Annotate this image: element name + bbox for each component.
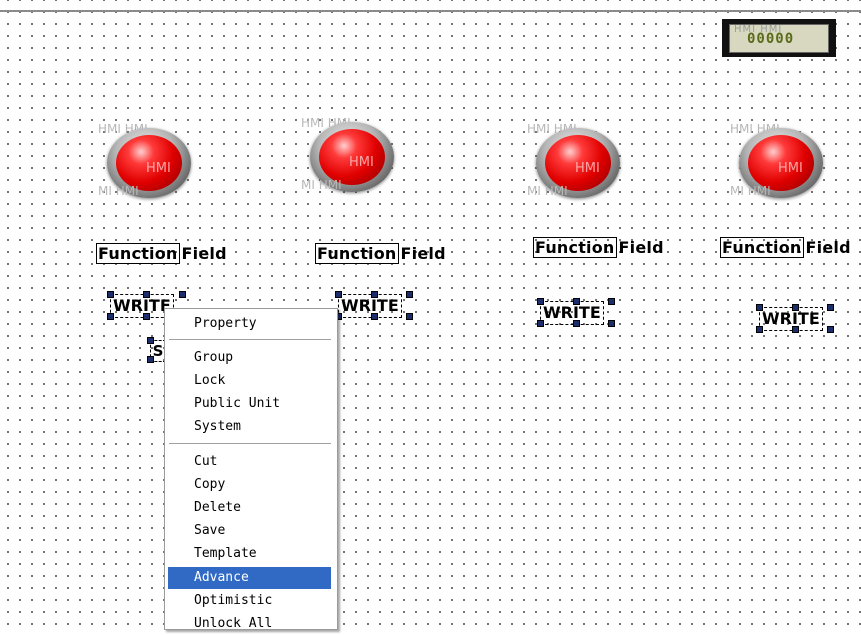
selection-handle[interactable]	[147, 337, 154, 344]
write-button-2[interactable]: WRITE	[338, 294, 402, 318]
field-word: Field	[181, 244, 227, 263]
red-lamp-icon: HMI	[319, 129, 385, 185]
function-field-text-2[interactable]: Function Field	[315, 243, 446, 264]
menu-item-system[interactable]: System	[168, 416, 331, 438]
lamp-object-2[interactable]: HMI HMI HMI MI HMI	[301, 116, 411, 211]
field-word: Field	[400, 244, 446, 263]
field-word: Field	[805, 238, 851, 257]
write-button-label: WRITE	[113, 296, 171, 315]
selection-handle[interactable]	[371, 291, 378, 298]
menu-item-public-unit[interactable]: Public Unit	[168, 393, 331, 415]
menu-item-property[interactable]: Property	[168, 313, 331, 335]
selection-handle[interactable]	[371, 313, 378, 320]
function-field-text-4[interactable]: Function Field	[720, 237, 851, 258]
lamp-center-label: HMI	[349, 155, 374, 170]
menu-item-template[interactable]: Template	[168, 543, 331, 565]
selection-handle[interactable]	[537, 298, 544, 305]
menu-separator	[169, 339, 331, 341]
selection-handle[interactable]	[179, 291, 186, 298]
lamp-object-1[interactable]: HMI HMI HMI MI HMI	[98, 122, 208, 217]
menu-item-unlock-all[interactable]: Unlock All	[168, 613, 331, 635]
lamp-object-4[interactable]: HMI HMI HMI MI HMI	[730, 122, 840, 217]
menu-item-group[interactable]: Group	[168, 347, 331, 369]
selection-handle[interactable]	[143, 313, 150, 320]
selection-handle[interactable]	[608, 298, 615, 305]
menu-item-lock[interactable]: Lock	[168, 370, 331, 392]
lamp-ghost-text-bottom: MI HMI	[527, 184, 568, 198]
function-field-word: Function	[96, 243, 180, 264]
selection-handle[interactable]	[608, 320, 615, 327]
menu-item-cut[interactable]: Cut	[168, 451, 331, 473]
selection-handle[interactable]	[143, 291, 150, 298]
function-field-text-1[interactable]: Function Field	[96, 243, 227, 264]
write-button-label: WRITE	[543, 303, 601, 322]
selection-handle[interactable]	[573, 298, 580, 305]
red-lamp-icon: HMI	[116, 135, 182, 191]
write-button-label: WRITE	[762, 309, 820, 328]
menu-item-delete[interactable]: Delete	[168, 497, 331, 519]
write-button-label: WRITE	[341, 296, 399, 315]
numeric-display-value: 00000	[747, 31, 795, 47]
function-field-word: Function	[720, 237, 804, 258]
selection-handle[interactable]	[406, 291, 413, 298]
menu-item-optimistic[interactable]: Optimistic	[168, 590, 331, 612]
lamp-ghost-text-bottom: MI HMI	[730, 184, 771, 198]
selection-handle[interactable]	[756, 304, 763, 311]
selection-handle[interactable]	[147, 356, 154, 363]
selection-handle[interactable]	[573, 320, 580, 327]
context-menu: Property Group Lock Public Unit System C…	[164, 308, 338, 631]
selection-handle[interactable]	[792, 304, 799, 311]
lamp-object-3[interactable]: HMI HMI HMI MI HMI	[527, 122, 637, 217]
menu-item-save[interactable]: Save	[168, 520, 331, 542]
canvas-top-border	[0, 10, 861, 12]
selection-handle[interactable]	[827, 304, 834, 311]
red-lamp-icon: HMI	[748, 135, 814, 191]
function-field-word: Function	[533, 237, 617, 258]
menu-item-advance[interactable]: Advance	[168, 567, 331, 589]
numeric-display-screen: HMI HMI 00000	[729, 24, 829, 53]
lamp-center-label: HMI	[778, 161, 803, 176]
selection-handle[interactable]	[335, 291, 342, 298]
write-button-4[interactable]: WRITE	[759, 307, 823, 331]
selection-handle[interactable]	[107, 313, 114, 320]
selection-handle[interactable]	[107, 291, 114, 298]
red-lamp-icon: HMI	[545, 135, 611, 191]
function-field-text-3[interactable]: Function Field	[533, 237, 664, 258]
write-button-3[interactable]: WRITE	[540, 301, 604, 325]
selection-handle[interactable]	[537, 320, 544, 327]
partial-text-label: S	[152, 342, 164, 360]
lamp-center-label: HMI	[575, 161, 600, 176]
selection-handle[interactable]	[792, 326, 799, 333]
field-word: Field	[618, 238, 664, 257]
lamp-ghost-text-bottom: MI HMI	[98, 184, 139, 198]
numeric-display-object[interactable]: HMI HMI 00000	[722, 19, 836, 57]
function-field-word: Function	[315, 243, 399, 264]
lamp-ghost-text-bottom: MI HMI	[301, 178, 342, 192]
lamp-center-label: HMI	[146, 161, 171, 176]
selection-handle[interactable]	[406, 313, 413, 320]
menu-separator	[169, 443, 331, 445]
selection-handle[interactable]	[756, 326, 763, 333]
menu-item-copy[interactable]: Copy	[168, 474, 331, 496]
selection-handle[interactable]	[827, 326, 834, 333]
